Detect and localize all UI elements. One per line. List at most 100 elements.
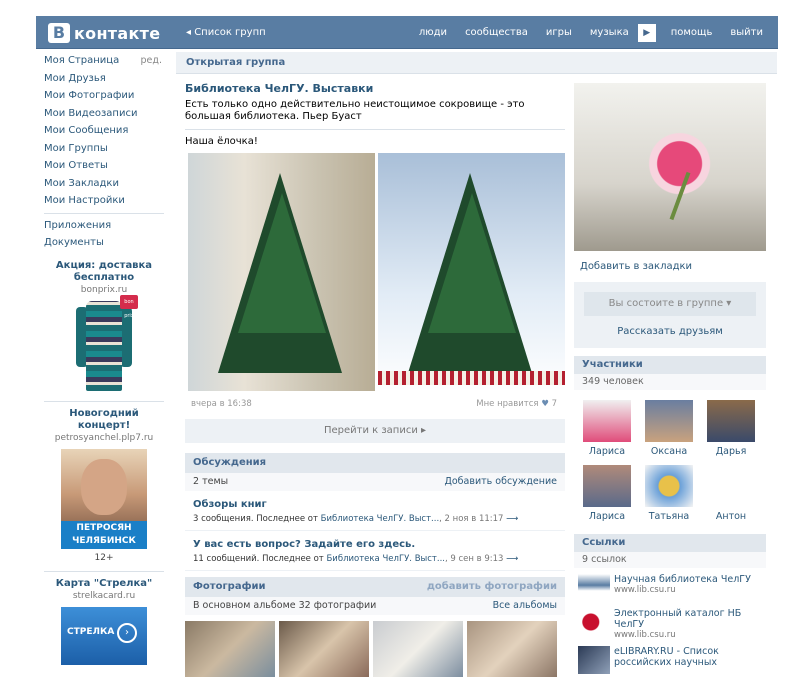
avatar bbox=[645, 465, 693, 507]
add-to-bookmarks-link[interactable]: Добавить в закладки bbox=[574, 261, 766, 272]
group-title: Библиотека ЧелГУ. Выставки bbox=[185, 82, 374, 95]
menu-my-groups[interactable]: Мои Группы bbox=[36, 140, 172, 158]
members-header[interactable]: Участники bbox=[574, 356, 766, 374]
member-name: Лариса bbox=[588, 511, 626, 522]
link-item[interactable]: Научная библиотека ЧелГУ www.lib.csu.ru bbox=[574, 574, 766, 602]
nav-people[interactable]: люди bbox=[410, 27, 456, 38]
member-item[interactable]: Лариса bbox=[576, 465, 638, 522]
arrow-right-icon: › bbox=[117, 622, 137, 643]
back-to-groups-link[interactable]: ◂ Список групп bbox=[186, 27, 266, 38]
link-title[interactable]: Научная библиотека ЧелГУ bbox=[614, 574, 751, 585]
tree-shape bbox=[428, 193, 516, 333]
post-photo-tree-2[interactable] bbox=[378, 153, 565, 391]
ad-title[interactable]: Новогодний концерт! bbox=[42, 408, 166, 432]
menu-apps[interactable]: Приложения bbox=[36, 217, 172, 235]
member-item[interactable]: Лариса bbox=[576, 400, 638, 457]
nav-help[interactable]: помощь bbox=[662, 27, 722, 38]
like-button[interactable]: Мне нравится ♥ 7 bbox=[476, 399, 557, 409]
nav-communities[interactable]: сообщества bbox=[456, 27, 537, 38]
add-discussion-link[interactable]: Добавить обсуждение bbox=[444, 473, 557, 491]
tree-shape bbox=[238, 193, 326, 333]
like-count: 7 bbox=[551, 399, 557, 409]
music-play-icon[interactable]: ▶ bbox=[637, 23, 656, 42]
go-arrow-icon[interactable]: ⟶ bbox=[506, 514, 518, 524]
ad-domain: petrosyanchel.plp7.ru bbox=[54, 432, 154, 443]
sweater-body bbox=[86, 300, 122, 391]
group-avatar-rose-book[interactable] bbox=[574, 83, 766, 251]
group-status: Есть только одно действительно неистощим… bbox=[185, 99, 525, 122]
main-content: Открытая группа Библиотека ЧелГУ. Выстав… bbox=[176, 52, 777, 692]
photos-title[interactable]: Фотографии bbox=[193, 581, 266, 592]
wall-column: Библиотека ЧелГУ. Выставки Есть только о… bbox=[185, 82, 565, 677]
right-column: Добавить в закладки Вы состоите в группе… bbox=[574, 83, 766, 674]
logo-mark: В bbox=[48, 23, 70, 43]
add-photos-link[interactable]: добавить фотографии bbox=[427, 577, 557, 597]
post-images bbox=[185, 153, 565, 393]
ad-strelka-image[interactable]: СТРЕЛКА › bbox=[61, 606, 147, 665]
ad-title[interactable]: Карта "Стрелка" bbox=[42, 578, 166, 590]
nav-music[interactable]: музыка bbox=[581, 27, 638, 38]
discussions-header[interactable]: Обсуждения bbox=[185, 453, 565, 473]
menu-documents[interactable]: Документы bbox=[36, 234, 172, 252]
go-arrow-icon[interactable]: ⟶ bbox=[506, 554, 518, 564]
nav-games[interactable]: игры bbox=[537, 27, 581, 38]
menu-my-page[interactable]: Моя Страница ред. bbox=[36, 52, 172, 70]
link-url: www.lib.csu.ru bbox=[614, 630, 676, 640]
ad-strelka[interactable]: Карта "Стрелка" strelkacard.ru СТРЕЛКА › bbox=[36, 578, 172, 665]
post-photo-tree-1[interactable] bbox=[188, 153, 375, 391]
vk-link-icon bbox=[578, 574, 610, 602]
fence-decor bbox=[378, 371, 565, 385]
link-title[interactable]: Электронный каталог НБ ЧелГУ bbox=[614, 608, 766, 630]
topic-date: , 2 ноя в 11:17 bbox=[439, 514, 504, 524]
go-to-post-button[interactable]: Перейти к записи ▸ bbox=[185, 419, 565, 443]
topic-item: Обзоры книг 3 сообщения. Последнее от Би… bbox=[185, 491, 565, 531]
topics-count: 2 темы bbox=[193, 476, 229, 487]
menu-my-messages[interactable]: Мои Сообщения bbox=[36, 122, 172, 140]
ad-concert-image[interactable]: ПЕТРОСЯН ЧЕЛЯБИНСК bbox=[61, 448, 147, 549]
ad-bonprix[interactable]: Акция: доставка бесплатно bonprix.ru bon… bbox=[36, 260, 172, 393]
photo-thumb[interactable] bbox=[185, 621, 275, 677]
all-albums-link[interactable]: Все альбомы bbox=[493, 597, 557, 615]
photo-thumb[interactable] bbox=[373, 621, 463, 677]
menu-my-bookmarks[interactable]: Мои Закладки bbox=[36, 175, 172, 193]
topic-author[interactable]: Библиотека ЧелГУ. Выст... bbox=[321, 514, 440, 524]
member-name: Оксана bbox=[650, 446, 688, 457]
member-item[interactable]: Дарья bbox=[700, 400, 762, 457]
topic-info: 11 сообщений. Последнее от Библиотека Че… bbox=[193, 554, 557, 564]
ad-title[interactable]: Акция: доставка бесплатно bbox=[42, 260, 166, 284]
rose-stem bbox=[669, 171, 691, 221]
photo-thumb[interactable] bbox=[279, 621, 369, 677]
avatar bbox=[645, 400, 693, 442]
menu-my-friends[interactable]: Мои Друзья bbox=[36, 70, 172, 88]
menu-my-videos[interactable]: Мои Видеозаписи bbox=[36, 105, 172, 123]
link-item[interactable]: eLIBRARY.RU - Список российских научных bbox=[574, 646, 766, 674]
member-item[interactable]: Оксана bbox=[638, 400, 700, 457]
photo-thumb[interactable] bbox=[467, 621, 557, 677]
topic-count: 11 сообщений. Последнее от bbox=[193, 554, 327, 564]
ad-face bbox=[81, 458, 127, 515]
member-item[interactable]: Антон bbox=[700, 465, 762, 522]
links-header[interactable]: Ссылки bbox=[574, 534, 766, 552]
menu-my-settings[interactable]: Мои Настройки bbox=[36, 192, 172, 210]
topic-info: 3 сообщения. Последнее от Библиотека Чел… bbox=[193, 514, 557, 524]
ad-sweater-image[interactable]: bon prix bbox=[74, 294, 138, 393]
tell-friends-link[interactable]: Рассказать друзьям bbox=[584, 326, 756, 337]
menu-my-photos[interactable]: Мои Фотографии bbox=[36, 87, 172, 105]
member-item[interactable]: Татьяна bbox=[638, 465, 700, 522]
topic-author[interactable]: Библиотека ЧелГУ. Выст... bbox=[326, 554, 445, 564]
menu-my-answers[interactable]: Мои Ответы bbox=[36, 157, 172, 175]
nav-logout[interactable]: выйти bbox=[721, 27, 772, 38]
topic-title[interactable]: Обзоры книг bbox=[193, 499, 557, 510]
member-name: Лариса bbox=[588, 446, 626, 457]
logo-text: контакте bbox=[74, 23, 161, 43]
header-bar: В контакте ◂ Список групп люди сообществ… bbox=[36, 16, 778, 49]
ad-concert[interactable]: Новогодний концерт! petrosyanchel.plp7.r… bbox=[36, 408, 172, 563]
topic-title[interactable]: У вас есть вопрос? Задайте его здесь. bbox=[193, 539, 557, 550]
link-title[interactable]: eLIBRARY.RU - Список российских научных bbox=[614, 646, 766, 668]
vk-logo[interactable]: В контакте bbox=[48, 23, 160, 43]
post-time[interactable]: вчера в 16:38 bbox=[191, 399, 252, 409]
link-item[interactable]: Электронный каталог НБ ЧелГУ www.lib.csu.… bbox=[574, 608, 766, 640]
edit-menu-link[interactable]: ред. bbox=[141, 52, 162, 70]
topic-count: 3 сообщения. Последнее от bbox=[193, 514, 321, 524]
member-status-button[interactable]: Вы состоите в группе ▾ bbox=[584, 292, 756, 316]
